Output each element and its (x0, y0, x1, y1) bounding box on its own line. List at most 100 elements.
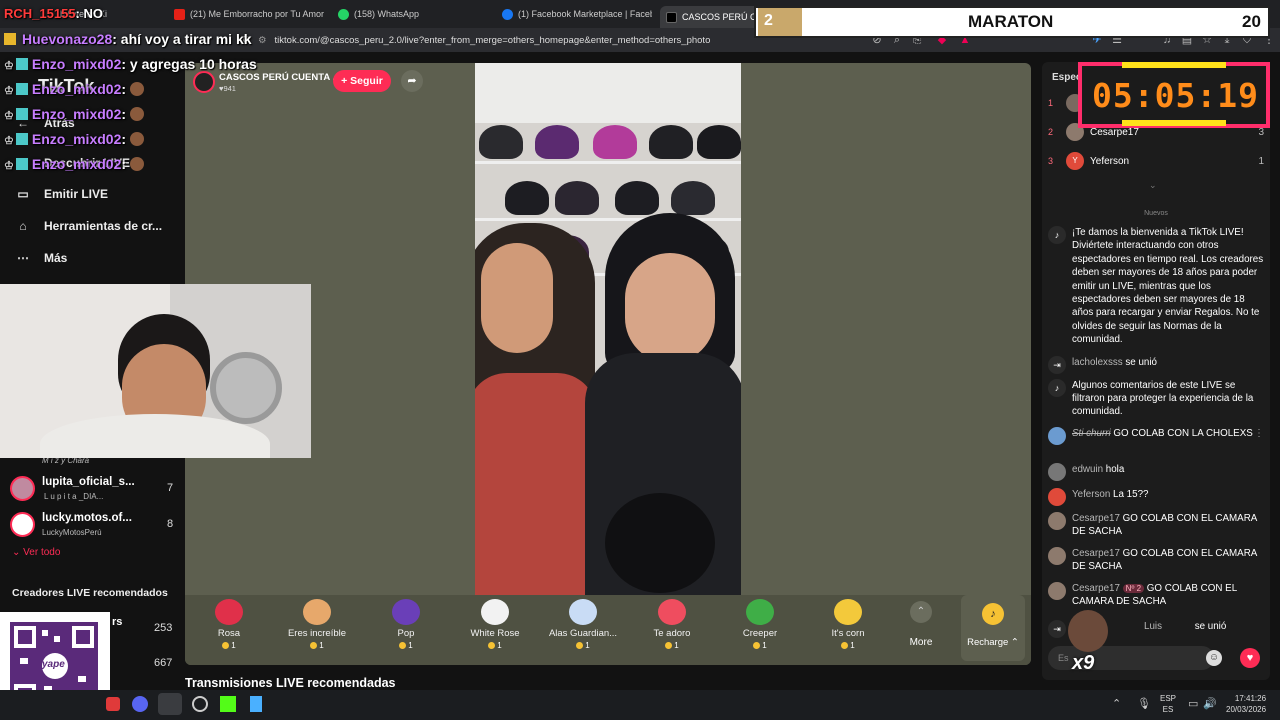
helmet-image (505, 181, 549, 215)
viewer-rank: 2 (1048, 127, 1054, 137)
tab-label: (1) Facebook Marketplace | Facebook (518, 9, 652, 19)
gift-cost: 1 (808, 641, 888, 650)
gift-rosa[interactable]: Rosa 1 (189, 599, 269, 650)
maraton-banner: 2 MARATON 20 (754, 6, 1270, 38)
ver-todo-label: Ver todo (23, 547, 61, 558)
emoji-icon[interactable]: ☺ (1206, 650, 1222, 666)
sidebar-item-go-live[interactable]: ▭ Emitir LIVE (14, 187, 108, 201)
gift-eres-increible[interactable]: Eres increíble 1 (277, 599, 357, 650)
wings-icon (569, 599, 597, 625)
gift-name: Creeper (742, 628, 778, 639)
yape-logo: yape (42, 659, 65, 670)
message-user[interactable]: Sti churri (1072, 428, 1111, 439)
gift-cost: 1 (366, 641, 446, 650)
gift-white-rose[interactable]: White Rose 1 (455, 599, 535, 650)
gift-its-corn[interactable]: It's corn 1 (808, 599, 888, 650)
avatar (1048, 488, 1066, 506)
pop-icon (392, 599, 420, 625)
share-arrow-icon[interactable]: ➦ (401, 70, 423, 92)
viewer-row[interactable]: 3 Y Yeferson 1 (1048, 152, 1264, 170)
crown-icon: ♔ (4, 110, 14, 122)
person-face-left (481, 243, 553, 353)
message-text: La 15?? (1113, 489, 1149, 500)
creator-avatar[interactable] (193, 71, 215, 93)
live-channel-lupita[interactable]: lupita_oficial_s... L u p i t a _DIA... … (10, 474, 180, 506)
coin-icon (488, 642, 496, 650)
site-info-icon[interactable]: ⚙ (258, 35, 267, 46)
gift-te-adoro[interactable]: Te adoro 1 (632, 599, 712, 650)
gift-cost-value: 1 (850, 641, 855, 650)
chat-message: Cesarpe17 GO COLAB CON EL CAMARA DE SACH… (1048, 512, 1268, 538)
active-app-icon[interactable] (158, 693, 182, 715)
message-text: se unió (1194, 621, 1227, 632)
gift-cost-value: 1 (674, 641, 679, 650)
bear-gift-icon (1068, 610, 1108, 652)
creator-name[interactable]: CASCOS PERÚ CUENTA ... (219, 72, 340, 83)
tab-facebook-marketplace[interactable]: (1) Facebook Marketplace | Facebook (502, 4, 652, 24)
app-icon[interactable] (106, 697, 120, 711)
sidebar-item-more[interactable]: ⋯ Más (14, 251, 67, 265)
maraton-title: MARATON (968, 12, 1054, 31)
message-user[interactable]: Cesarpe17 (1072, 513, 1120, 524)
sidebar-item-creator-tools[interactable]: ⌂ Herramientas de cr... (14, 219, 162, 233)
live-player[interactable]: CASCOS PERÚ CUENTA ... ♥941 + Seguir ➦ R… (185, 63, 1031, 665)
lang-sub: ES (1162, 705, 1174, 714)
facebook-icon (502, 8, 513, 20)
microphone-icon[interactable]: 🎙 (1137, 697, 1151, 710)
countdown-timer: 05:05:19 (1078, 62, 1270, 128)
message-user[interactable]: Luis (1144, 621, 1162, 632)
coin-icon: ♪ (982, 603, 1004, 625)
overlay-msg: : (121, 106, 127, 122)
monkey-emote-icon (129, 132, 144, 146)
message-user[interactable]: edwuin (1072, 464, 1103, 475)
tab-whatsapp[interactable]: (158) WhatsApp (338, 4, 488, 24)
heart-like-button[interactable]: ♥ (1240, 648, 1260, 668)
corn-icon (834, 599, 862, 625)
sidebar-item-label: Emitir LIVE (44, 187, 109, 201)
monitor-icon[interactable]: ▭ (1188, 697, 1198, 710)
message-user[interactable]: lacholexsss (1072, 357, 1123, 368)
avatar (10, 512, 35, 537)
chevron-up-icon: ⌃ (910, 601, 932, 623)
chat-message-join: ⇥ lacholexsss se unió (1048, 356, 1268, 374)
speaker-icon[interactable]: 🔊 (1203, 697, 1217, 710)
gift-pop[interactable]: Pop 1 (366, 599, 446, 650)
message-user[interactable]: Yeferson (1072, 489, 1110, 500)
crown-icon: ♔ (4, 160, 14, 172)
ver-todo-link[interactable]: ⌄ Ver todo (12, 547, 60, 558)
overlay-chat-line: ♔ Enzo_mixd02: (4, 81, 144, 97)
chat-message: Sti churri GO COLAB CON LA CHOLEXS ⋮ (1048, 427, 1268, 445)
live-channel-lucky-motos[interactable]: lucky.motos.of... LuckyMotosPerú 8 (10, 510, 180, 542)
tab-youtube-song[interactable]: (21) Me Emborracho por Tu Amor - Y (174, 4, 324, 24)
chevron-down-icon[interactable]: ⌄ (1149, 180, 1157, 191)
viewer-score: 3 (1258, 126, 1264, 138)
badge-icon (15, 83, 28, 95)
clock[interactable]: 17:41:26 20/03/2026 (1226, 693, 1266, 715)
gift-creeper[interactable]: Creeper 1 (720, 599, 800, 650)
person-face-right (625, 253, 715, 363)
obs-icon[interactable] (192, 696, 208, 712)
discord-icon[interactable] (132, 696, 148, 712)
follow-button[interactable]: + Seguir (333, 70, 391, 92)
helmet-image (649, 125, 693, 159)
recommended-creator-name[interactable]: rs (112, 616, 122, 628)
channel-sub: LuckyMotosPerú (42, 528, 102, 537)
coin-icon (841, 642, 849, 650)
overlay-msg: : NO (75, 6, 103, 21)
rose-icon (215, 599, 243, 625)
more-gifts-button[interactable]: ⌃ More (899, 601, 943, 648)
overlay-chat-line: ♔ Enzo_mixd02: y agregas 10 horas (4, 56, 257, 72)
chat-message-system: ♪ Algunos comentarios de este LIVE se fi… (1048, 379, 1268, 418)
message-user[interactable]: Cesarpe17 (1072, 548, 1120, 559)
white-rose-icon (481, 599, 509, 625)
more-dots-icon[interactable]: ⋮ (1254, 427, 1264, 440)
kick-icon[interactable] (220, 696, 236, 712)
join-icon: ⇥ (1048, 356, 1066, 374)
recharge-button[interactable]: ♪ Recharge ⌃ (961, 595, 1025, 661)
gift-alas-guardian[interactable]: Alas Guardian... 1 (543, 599, 623, 650)
overlay-msg: : (121, 156, 127, 172)
notepad-icon[interactable] (250, 696, 262, 712)
language-indicator[interactable]: ESP ES (1160, 693, 1176, 715)
message-user[interactable]: Cesarpe17 (1072, 583, 1120, 594)
chevron-up-icon[interactable]: ⌃ (1112, 697, 1121, 710)
